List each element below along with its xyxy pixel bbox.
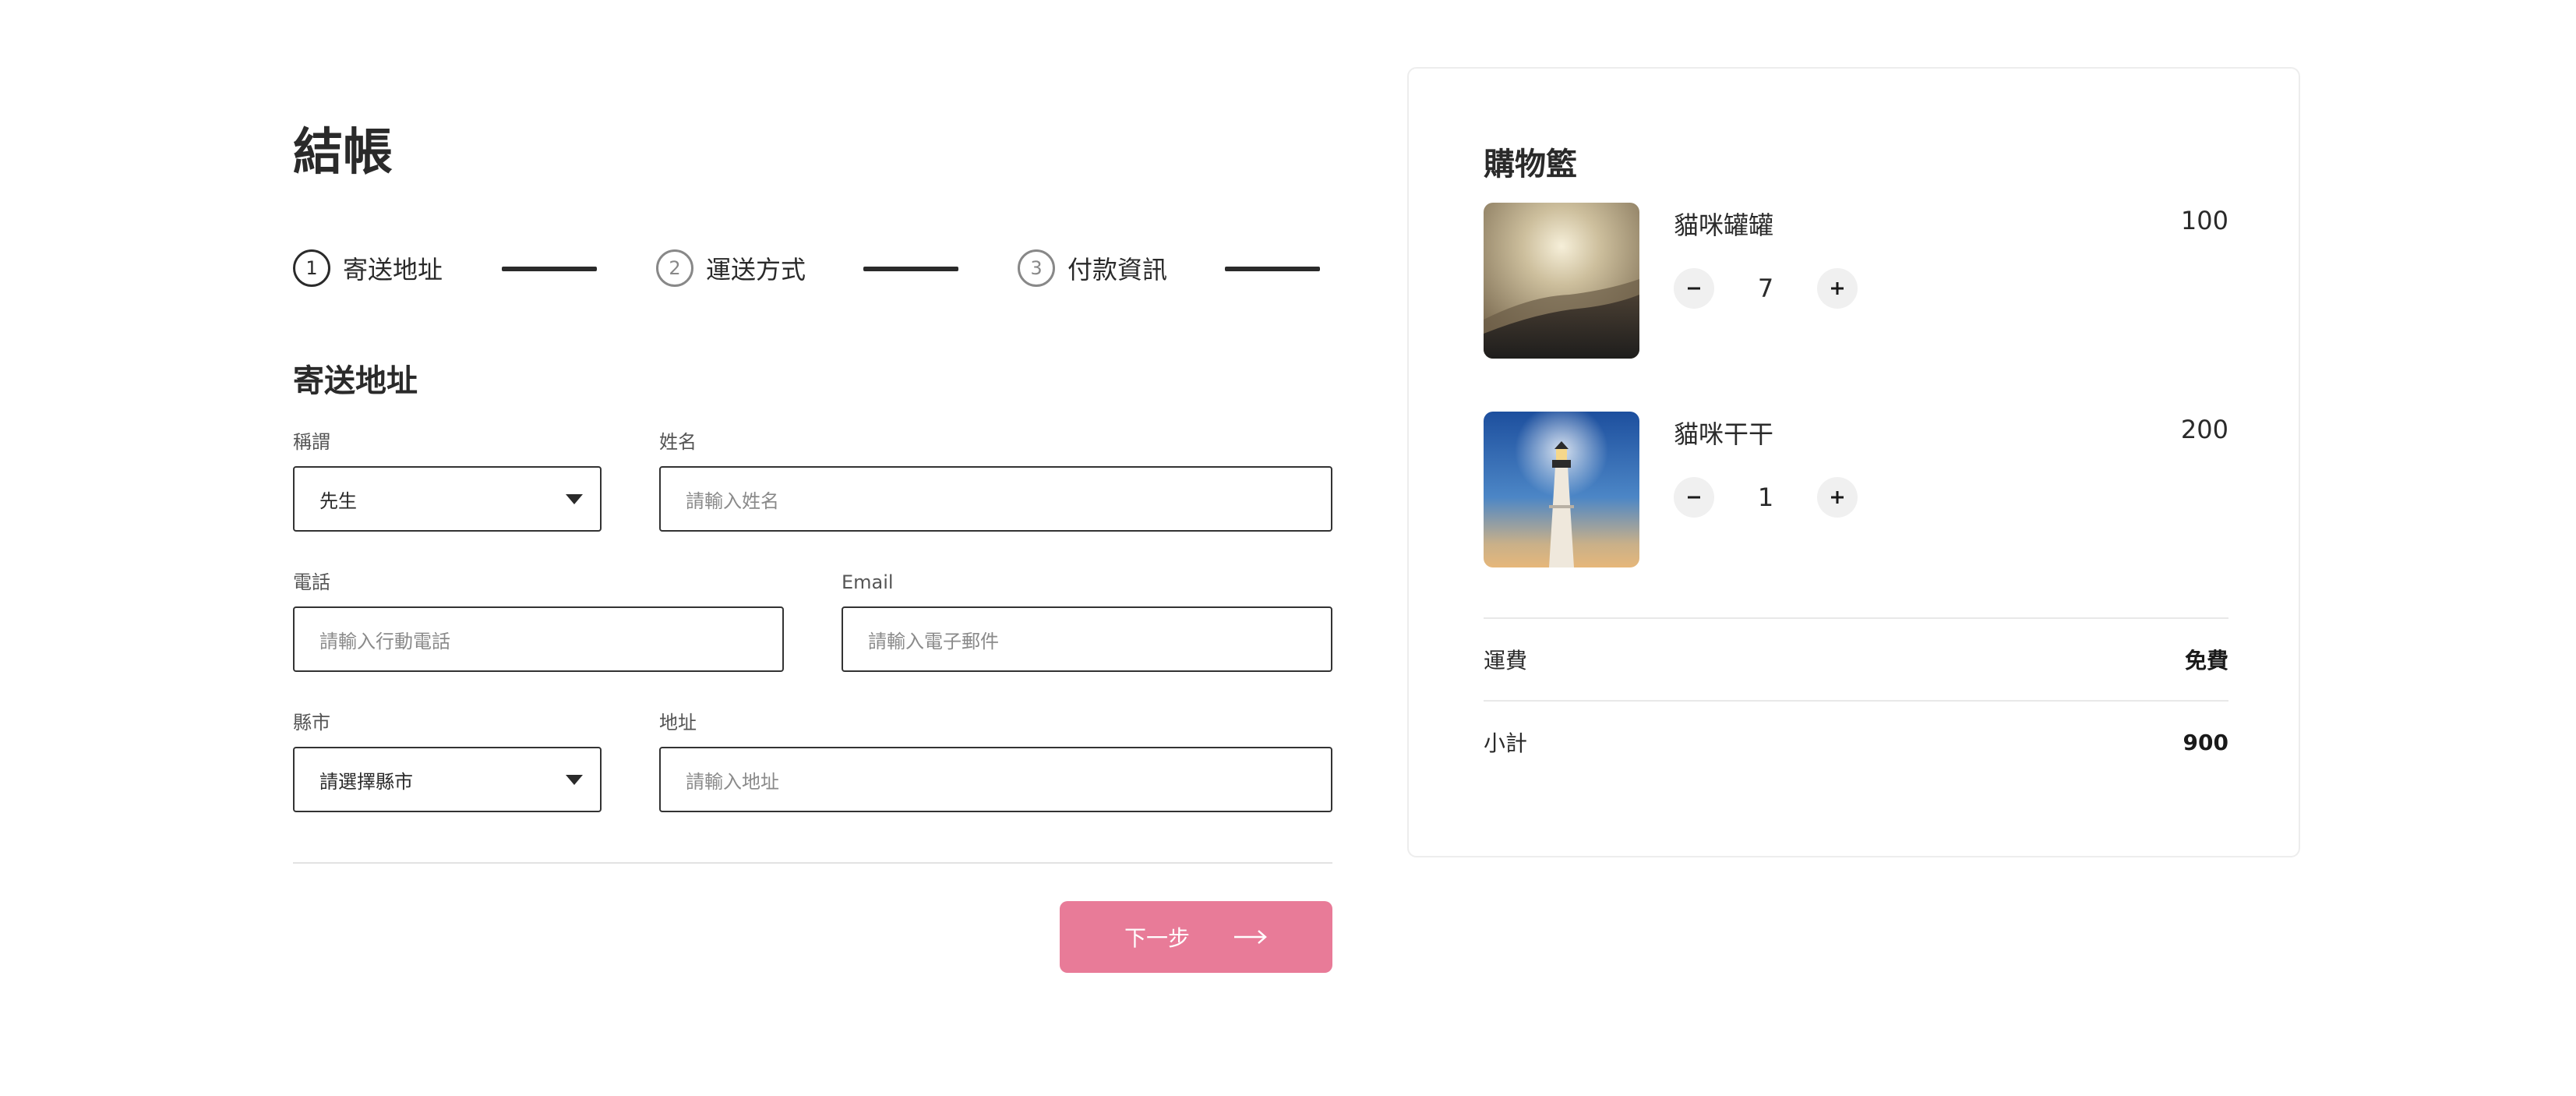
step-connector [1225,267,1320,271]
city-value: 請選擇縣市 [319,770,413,793]
salutation-select[interactable]: 先生 [293,466,602,532]
page-title: 結帳 [293,124,393,182]
phone-field: 電話 請輸入行動電話 [293,569,784,672]
name-input[interactable]: 請輸入姓名 [659,466,1332,532]
salutation-value: 先生 [319,490,357,512]
plus-icon [1831,282,1844,295]
step-number: 2 [656,249,693,287]
progress-steps: 1 寄送地址 2 運送方式 3 付款資訊 [293,248,1322,288]
step-payment-info[interactable]: 3 付款資訊 [1018,248,1167,288]
cart-title: 購物籃 [1484,147,1577,182]
step-connector [863,267,958,271]
phone-input[interactable]: 請輸入行動電話 [293,606,784,672]
subtotal-label: 小計 [1484,730,1528,756]
caret-down-icon [566,493,583,504]
city-select[interactable]: 請選擇縣市 [293,747,602,812]
quantity-value: 7 [1757,274,1774,303]
item-name: 貓咪干干 [1674,419,1774,449]
name-field: 姓名 請輸入姓名 [659,429,1332,532]
address-input[interactable]: 請輸入地址 [659,747,1332,812]
step-delivery-method[interactable]: 2 運送方式 [656,248,806,288]
caret-down-icon [566,774,583,785]
quantity-value: 1 [1757,483,1774,512]
minus-icon [1688,287,1700,290]
salutation-field: 稱謂 先生 [293,429,602,532]
arrow-right-icon [1233,928,1268,946]
step-label: 付款資訊 [1067,255,1168,285]
checkout-form-section: 結帳 1 寄送地址 2 運送方式 3 付款資訊 寄送地址 稱謂 先生 姓名 請輸… [293,109,1332,973]
product-image [1484,203,1639,359]
email-input[interactable]: 請輸入電子郵件 [842,606,1332,672]
name-placeholder: 請輸入姓名 [686,490,779,512]
city-field: 縣市 請選擇縣市 [293,709,602,812]
increase-quantity-button[interactable] [1817,268,1858,309]
cart-divider [1484,617,2228,619]
subtotal-row: 小計 900 [1484,727,2228,758]
shipping-label: 運費 [1484,648,1528,674]
plus-icon [1831,491,1844,504]
checkout-page: 結帳 1 寄送地址 2 運送方式 3 付款資訊 寄送地址 稱謂 先生 姓名 請輸… [0,0,2576,1096]
quantity-stepper: 7 [1674,268,1858,309]
next-step-label: 下一步 [1124,925,1190,951]
address-placeholder: 請輸入地址 [686,770,779,793]
increase-quantity-button[interactable] [1817,477,1858,518]
product-image [1484,412,1639,567]
item-name: 貓咪罐罐 [1674,210,1774,240]
step-shipping-address[interactable]: 1 寄送地址 [293,248,443,288]
step-number: 1 [293,249,330,287]
shipping-value: 免費 [2184,648,2228,674]
step-label: 運送方式 [706,255,806,285]
cart-item: 貓咪罐罐 100 7 [1484,203,2228,359]
phone-placeholder: 請輸入行動電話 [319,630,450,652]
email-field: Email 請輸入電子郵件 [842,569,1332,672]
step-connector [502,267,597,271]
shipping-row: 運費 免費 [1484,644,2228,675]
item-price: 100 [2180,206,2228,235]
step-number: 3 [1018,249,1055,287]
quantity-stepper: 1 [1674,477,1858,518]
minus-icon [1688,496,1700,499]
step-label: 寄送地址 [343,255,443,285]
email-label: Email [842,571,894,593]
email-placeholder: 請輸入電子郵件 [868,630,999,652]
address-label: 地址 [659,712,697,734]
salutation-label: 稱謂 [293,431,330,453]
city-label: 縣市 [293,712,330,734]
form-divider [293,862,1332,864]
decrease-quantity-button[interactable] [1674,268,1714,309]
section-title: 寄送地址 [293,363,418,399]
cart-divider [1484,700,2228,702]
item-price: 200 [2180,415,2228,444]
next-step-button[interactable]: 下一步 [1060,901,1332,973]
address-field: 地址 請輸入地址 [659,709,1332,812]
cart-item: 貓咪干干 200 1 [1484,412,2228,567]
subtotal-value: 900 [2183,729,2228,755]
name-label: 姓名 [659,431,697,453]
decrease-quantity-button[interactable] [1674,477,1714,518]
phone-label: 電話 [293,571,330,593]
cart-panel: 購物籃 貓咪罐罐 100 7 貓咪干干 200 1 運費 免費 小計 900 [1407,67,2300,857]
